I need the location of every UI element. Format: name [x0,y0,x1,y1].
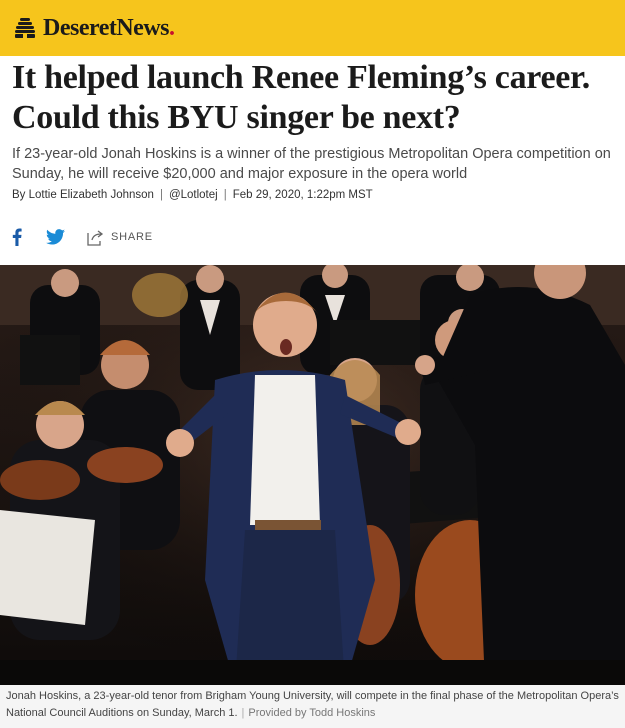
beehive-icon [15,18,35,38]
share-bar: SHARE [12,226,153,248]
byline-prefix: By [12,189,26,201]
facebook-icon[interactable] [12,228,22,246]
article-headline: It helped launch Renee Fleming’s career.… [12,59,590,136]
byline-separator: | [223,189,227,201]
lead-photo[interactable] [0,265,625,685]
share-icon [87,229,104,246]
photo-caption: Jonah Hoskins, a 23-year-old tenor from … [0,685,625,728]
logo-dot: . [169,14,175,41]
article-dek: If 23-year-old Jonah Hoskins is a winner… [12,146,611,182]
byline-handle[interactable]: @Lotlotej [169,189,218,201]
share-label: SHARE [111,231,153,243]
site-header: DeseretNews. [0,0,625,56]
twitter-icon[interactable] [46,229,65,245]
caption-separator: | [241,707,245,719]
share-button[interactable]: SHARE [87,229,153,246]
photo-credit: Provided by Todd Hoskins [248,707,376,719]
site-logo[interactable]: DeseretNews. [14,15,175,42]
byline-separator: | [159,189,163,201]
byline-author[interactable]: Lottie Elizabeth Johnson [29,189,154,201]
logo-text: DeseretNews [43,14,170,41]
byline-date: Feb 29, 2020, 1:22pm MST [232,189,373,201]
byline: By Lottie Elizabeth Johnson | @Lotlotej … [12,189,617,201]
concert-photo-illustration [0,265,625,685]
